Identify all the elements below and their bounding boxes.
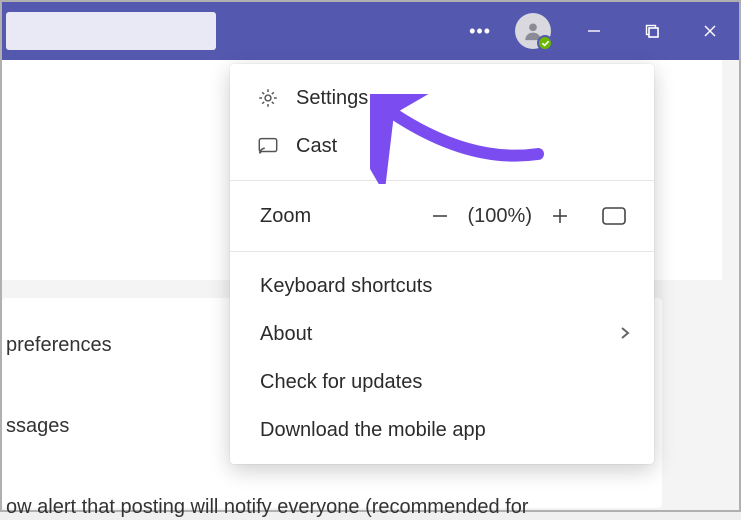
maximize-icon xyxy=(645,24,659,38)
window-maximize-button[interactable] xyxy=(623,2,681,60)
search-input[interactable] xyxy=(6,12,216,50)
fullscreen-button[interactable] xyxy=(594,196,634,236)
more-options-menu: Settings Cast Zoom (100%) Keyboard short… xyxy=(230,64,654,464)
window-minimize-button[interactable] xyxy=(565,2,623,60)
zoom-out-button[interactable] xyxy=(420,196,460,236)
close-icon xyxy=(703,24,717,38)
zoom-value: (100%) xyxy=(460,205,540,228)
menu-label-updates: Check for updates xyxy=(260,371,422,394)
menu-item-settings[interactable]: Settings xyxy=(230,74,654,122)
titlebar-right-controls: ••• xyxy=(451,2,739,60)
menu-zoom-row: Zoom (100%) xyxy=(230,181,654,251)
zoom-in-button[interactable] xyxy=(540,196,580,236)
presence-available-icon xyxy=(537,35,553,51)
minimize-icon xyxy=(587,24,601,38)
plus-icon xyxy=(550,206,570,226)
profile-avatar[interactable] xyxy=(515,13,551,49)
gear-icon xyxy=(256,87,280,109)
menu-label-about: About xyxy=(260,323,312,346)
cast-icon xyxy=(256,135,280,157)
menu-label-settings: Settings xyxy=(296,87,368,110)
zoom-label: Zoom xyxy=(260,205,311,228)
menu-item-download-app[interactable]: Download the mobile app xyxy=(230,406,654,454)
menu-label-cast: Cast xyxy=(296,135,337,158)
fullscreen-icon xyxy=(601,206,627,226)
bg-text-alert: ow alert that posting will notify everyo… xyxy=(2,494,662,520)
chevron-right-icon xyxy=(618,323,632,346)
menu-item-keyboard-shortcuts[interactable]: Keyboard shortcuts xyxy=(230,262,654,310)
window-close-button[interactable] xyxy=(681,2,739,60)
menu-label-shortcuts: Keyboard shortcuts xyxy=(260,275,432,298)
menu-item-cast[interactable]: Cast xyxy=(230,122,654,170)
menu-label-download: Download the mobile app xyxy=(260,419,486,442)
title-bar: ••• xyxy=(2,2,739,60)
minus-icon xyxy=(430,206,450,226)
menu-item-about[interactable]: About xyxy=(230,310,654,358)
menu-item-check-updates[interactable]: Check for updates xyxy=(230,358,654,406)
more-options-button[interactable]: ••• xyxy=(451,21,509,42)
